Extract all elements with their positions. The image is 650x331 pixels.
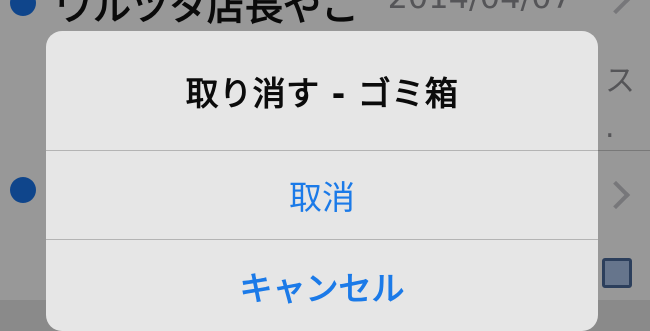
- cancel-button[interactable]: キャンセル: [46, 240, 598, 328]
- undo-button[interactable]: 取消: [46, 151, 598, 239]
- alert-title: 取り消す - ゴミ箱: [185, 73, 459, 113]
- alert-dialog: 取り消す - ゴミ箱 取消 キャンセル: [46, 31, 598, 331]
